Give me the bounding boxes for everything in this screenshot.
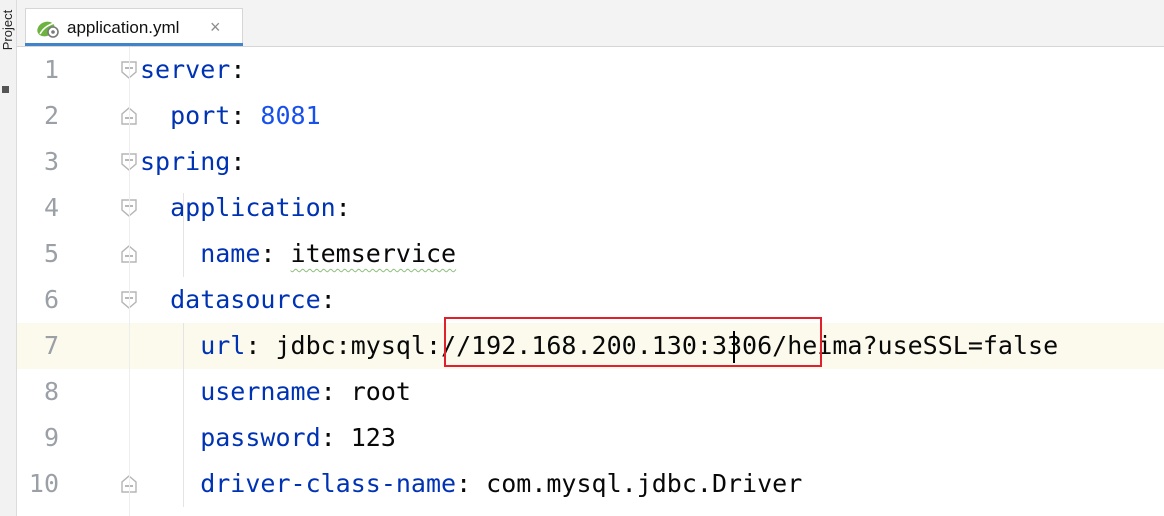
code-text[interactable]: port: 8081: [140, 93, 321, 139]
code-text[interactable]: username: root: [140, 369, 411, 415]
code-text[interactable]: name: itemservice: [140, 231, 456, 277]
yaml-key: spring: [140, 147, 231, 176]
yaml-key: application: [140, 193, 336, 222]
project-tool-window-strip[interactable]: Project: [0, 0, 17, 516]
code-line[interactable]: 5 name: itemservice: [17, 231, 1164, 277]
code-text[interactable]: datasource:: [140, 277, 336, 323]
yaml-value: : root: [320, 377, 411, 406]
code-text[interactable]: spring:: [140, 139, 245, 185]
yaml-key: url: [140, 331, 246, 360]
line-number[interactable]: 3: [17, 139, 59, 185]
yaml-key: name: [140, 239, 261, 268]
yaml-key: username: [140, 377, 321, 406]
code-line[interactable]: 8 username: root: [17, 369, 1164, 415]
line-number[interactable]: 2: [17, 93, 59, 139]
tab-application-yml[interactable]: application.yml ×: [25, 8, 243, 46]
yaml-value: itemservice: [290, 239, 457, 268]
yaml-key: datasource: [140, 285, 321, 314]
yaml-key: driver-class-name: [140, 469, 457, 498]
code-line[interactable]: 10 driver-class-name: com.mysql.jdbc.Dri…: [17, 461, 1164, 507]
code-line[interactable]: 4 application:: [17, 185, 1164, 231]
code-text[interactable]: server:: [140, 47, 245, 93]
yaml-key: server: [140, 55, 231, 84]
tab-close-icon[interactable]: ×: [210, 17, 221, 37]
line-number[interactable]: 1: [17, 47, 59, 93]
line-number[interactable]: 5: [17, 231, 59, 277]
active-tab-indicator: [25, 43, 243, 46]
project-tool-icon: [2, 86, 9, 93]
line-number[interactable]: 7: [17, 323, 59, 369]
yaml-value: :: [230, 147, 246, 176]
code-line[interactable]: 1 server:: [17, 47, 1164, 93]
yaml-key: port: [140, 101, 231, 130]
code-editor[interactable]: 1 server: 2 port: 8081 3 spring: 4 applicatio…: [17, 47, 1164, 516]
yaml-value: :: [230, 55, 246, 84]
yaml-value: :: [230, 101, 261, 130]
indent-guide: [183, 323, 184, 507]
code-text[interactable]: application:: [140, 185, 351, 231]
project-tool-label[interactable]: Project: [0, 0, 16, 60]
code-line[interactable]: 9 password: 123: [17, 415, 1164, 461]
code-text[interactable]: driver-class-name: com.mysql.jdbc.Driver: [140, 461, 802, 507]
line-number[interactable]: 8: [17, 369, 59, 415]
yaml-value: :: [335, 193, 351, 222]
code-line[interactable]: 2 port: 8081: [17, 93, 1164, 139]
yaml-value: : com.mysql.jdbc.Driver: [456, 469, 803, 498]
gutter-separator: [129, 47, 130, 516]
line-number[interactable]: 9: [17, 415, 59, 461]
line-number[interactable]: 10: [17, 461, 59, 507]
editor-tab-bar: application.yml ×: [17, 0, 1164, 47]
red-highlight-box: [444, 317, 822, 367]
indent-guide: [183, 193, 184, 277]
yaml-value: :: [320, 285, 336, 314]
code-line[interactable]: 3 spring:: [17, 139, 1164, 185]
yaml-number: 8081: [260, 101, 321, 130]
code-text[interactable]: password: 123: [140, 415, 396, 461]
yaml-key: password: [140, 423, 321, 452]
line-number[interactable]: 4: [17, 185, 59, 231]
yaml-value: : 123: [320, 423, 396, 452]
tab-title: application.yml: [67, 18, 180, 37]
line-number[interactable]: 6: [17, 277, 59, 323]
yaml-value: :: [260, 239, 291, 268]
spring-leaf-icon: [37, 21, 59, 38]
